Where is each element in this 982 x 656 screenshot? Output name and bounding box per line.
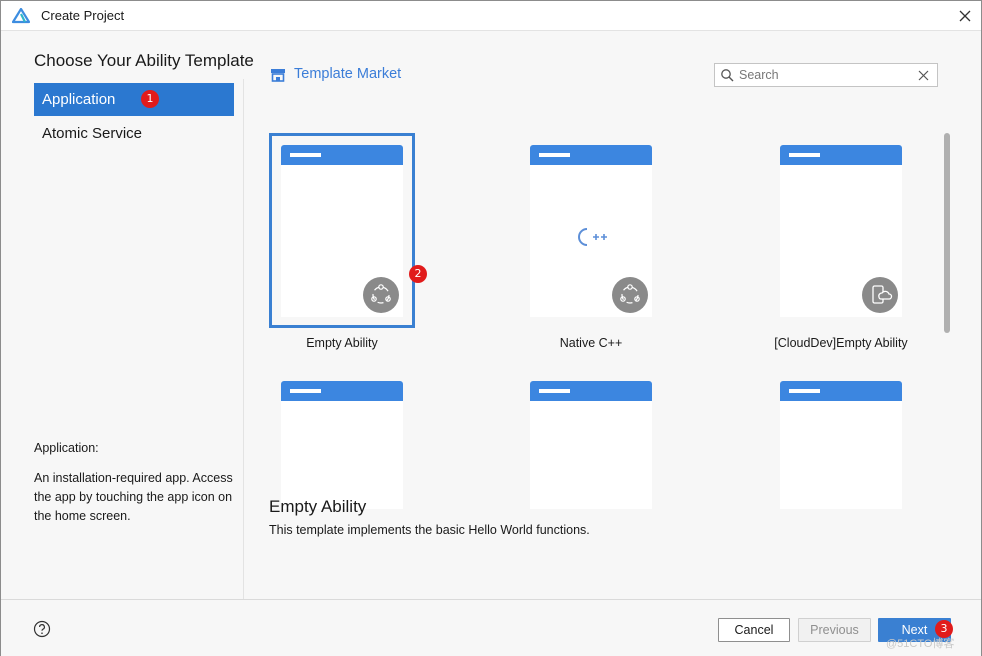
previous-button[interactable]: Previous: [798, 618, 871, 642]
search-box[interactable]: [714, 63, 938, 87]
sidebar-item-label: Application: [42, 91, 116, 108]
sidebar-item-atomic-service[interactable]: Atomic Service: [34, 117, 234, 150]
watermark: @51CTO博客: [886, 638, 955, 650]
card-header: [530, 145, 652, 165]
template-card-native-cpp[interactable]: [530, 145, 652, 317]
template-card-clouddev-empty-ability[interactable]: [780, 145, 902, 317]
app-logo-icon: [12, 8, 30, 24]
window-title: Create Project: [41, 8, 125, 23]
clear-icon[interactable]: [917, 69, 930, 82]
template-card-empty-ability[interactable]: [281, 145, 403, 317]
card-header: [281, 381, 403, 401]
title-bar: Create Project: [1, 1, 981, 31]
description-text: An installation-required app. Access the…: [34, 471, 233, 523]
cpp-logo-icon: [578, 228, 607, 246]
template-market-label: Template Market: [294, 66, 402, 82]
create-project-dialog: Create Project Choose Your Ability Templ…: [0, 0, 982, 656]
card-header-bar: [290, 389, 321, 393]
card-header-bar: [539, 153, 570, 157]
template-label: Empty Ability: [306, 336, 378, 350]
card-header: [780, 145, 902, 165]
template-detail-text: This template implements the basic Hello…: [269, 523, 590, 537]
help-icon[interactable]: [33, 620, 51, 638]
cpp-icon: [612, 277, 648, 313]
card-header: [530, 381, 652, 401]
card-header-bar: [789, 153, 820, 157]
sidebar-item-label: Atomic Service: [42, 125, 143, 142]
card-header-bar: [290, 153, 321, 157]
template-card-row2-1[interactable]: [281, 381, 403, 509]
store-icon: [271, 69, 285, 82]
template-card-row2-2[interactable]: [530, 381, 652, 509]
template-label: Native C++: [559, 336, 623, 350]
step-badge-1: 1: [141, 90, 159, 108]
step-badge-2: 2: [409, 265, 427, 283]
search-icon: [721, 69, 734, 82]
close-icon[interactable]: [953, 5, 977, 27]
template-label: [CloudDev]Empty Ability: [774, 336, 908, 350]
search-input[interactable]: [739, 66, 909, 84]
template-scrollbar[interactable]: [944, 133, 950, 333]
card-header: [780, 381, 902, 401]
cloud-device-icon: [862, 277, 898, 313]
sidebar-item-application[interactable]: Application: [34, 83, 234, 116]
card-header-bar: [789, 389, 820, 393]
page-title: Choose Your Ability Template: [34, 51, 254, 70]
sidebar: Application 1 Atomic Service Application…: [1, 79, 244, 599]
description-title: Application:: [34, 441, 99, 455]
template-card-row2-3[interactable]: [780, 381, 902, 509]
card-header: [281, 145, 403, 165]
dialog-footer: Cancel Previous Next 3 @51CTO博客: [1, 599, 981, 656]
template-detail-title: Empty Ability: [269, 497, 367, 516]
ability-icon: [363, 277, 399, 313]
cancel-button[interactable]: Cancel: [718, 618, 790, 642]
card-header-bar: [539, 389, 570, 393]
